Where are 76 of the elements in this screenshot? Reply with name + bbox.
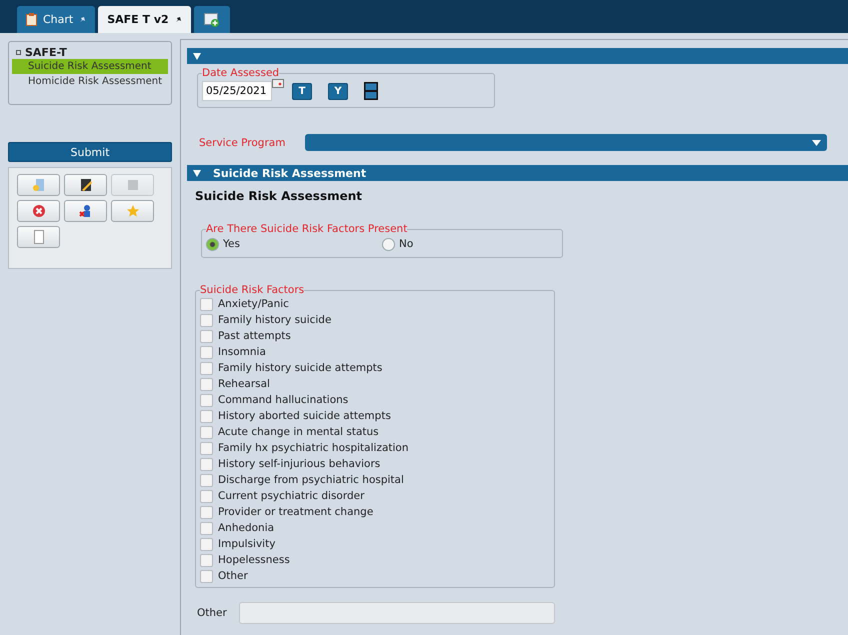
checkbox-label: Family history suicide [218, 314, 332, 326]
checkbox[interactable] [200, 378, 213, 390]
checkbox-label: Insomnia [218, 346, 266, 358]
cancel-icon [32, 204, 46, 218]
service-program-dropdown[interactable] [305, 134, 828, 151]
checkbox-label: Anhedonia [218, 522, 274, 534]
field-label: Are There Suicide Risk Factors Present [206, 223, 408, 235]
section-title: Suicide Risk Assessment [213, 166, 366, 180]
checkbox-label: Discharge from psychiatric hospital [218, 474, 404, 486]
checkbox-label: Impulsivity [218, 538, 276, 550]
checkbox[interactable] [200, 394, 213, 406]
clipboard-icon [26, 13, 37, 26]
checkbox-label: Family history suicide attempts [218, 362, 382, 374]
checkbox-label: Past attempts [218, 330, 291, 342]
submit-button[interactable]: Submit [8, 142, 172, 162]
blank-page-icon [32, 230, 44, 244]
collapse-icon[interactable] [16, 50, 21, 55]
checkbox-label: Family hx psychiatric hospitalization [218, 442, 408, 454]
checkbox-label: Rehearsal [218, 378, 270, 390]
checkbox[interactable] [200, 314, 213, 326]
option-label: Yes [223, 238, 240, 250]
option-label: No [399, 238, 414, 250]
checkbox[interactable] [200, 298, 213, 310]
collapse-icon[interactable] [193, 52, 201, 60]
tree-item[interactable]: Homicide Risk Assessment [12, 74, 168, 89]
checkbox[interactable] [200, 362, 213, 374]
checkbox-label: Provider or treatment change [218, 506, 374, 518]
checkbox[interactable] [200, 330, 213, 342]
star-icon [126, 204, 140, 218]
note-icon [126, 179, 138, 191]
checkbox[interactable] [200, 570, 213, 582]
checkbox[interactable] [200, 538, 213, 550]
checkbox-label: History self-injurious behaviors [218, 458, 380, 470]
checkbox[interactable] [200, 410, 213, 422]
tab[interactable]: SAFE T v2 [98, 6, 191, 33]
section-heading: Suicide Risk Assessment [195, 189, 364, 203]
checkbox[interactable] [200, 554, 213, 566]
checkbox-label: Other [218, 570, 248, 582]
field-label: Suicide Risk Factors [200, 284, 304, 296]
tab[interactable]: Chart [17, 6, 96, 33]
add-window-icon [204, 12, 220, 26]
add-tab-button[interactable] [194, 6, 230, 33]
checkbox[interactable] [200, 458, 213, 470]
checkbox[interactable] [200, 346, 213, 358]
checkbox[interactable] [200, 426, 213, 438]
collapse-icon[interactable] [193, 170, 201, 176]
checkbox[interactable] [200, 442, 213, 454]
toolbar-button[interactable] [64, 200, 107, 222]
radio-button[interactable] [206, 238, 219, 250]
field-label: Other [197, 607, 227, 619]
checkbox-label: History aborted suicide attempts [218, 410, 391, 422]
edit-icon [78, 178, 92, 192]
today-button[interactable]: T [292, 82, 312, 100]
field-label: Service Program [199, 136, 286, 148]
checkbox[interactable] [200, 506, 213, 518]
field-label: Date Assessed [202, 67, 280, 79]
tree-group-label: SAFE-T [25, 46, 67, 59]
date-field[interactable]: 05/25/2021 [202, 81, 272, 101]
pin-icon[interactable] [174, 16, 182, 23]
toolbar-button[interactable] [64, 174, 107, 196]
checkbox-label: Acute change in mental status [218, 426, 379, 438]
radio-button[interactable] [382, 238, 395, 250]
checkbox-label: Command hallucinations [218, 394, 348, 406]
checkbox-label: Hopelessness [218, 554, 290, 566]
checkbox[interactable] [200, 490, 213, 502]
tree-item[interactable]: Suicide Risk Assessment [12, 59, 168, 74]
dropdown-arrow-icon [812, 140, 822, 146]
other-input-field[interactable] [238, 602, 555, 624]
checkbox-label: Current psychiatric disorder [218, 490, 364, 502]
document-icon [32, 178, 46, 192]
spinner-icon[interactable] [364, 82, 378, 100]
checkbox[interactable] [200, 522, 213, 534]
yesterday-button[interactable]: Y [328, 82, 348, 100]
checkbox[interactable] [200, 474, 213, 486]
checkbox-label: Anxiety/Panic [218, 298, 289, 310]
calendar-icon[interactable] [272, 79, 284, 88]
